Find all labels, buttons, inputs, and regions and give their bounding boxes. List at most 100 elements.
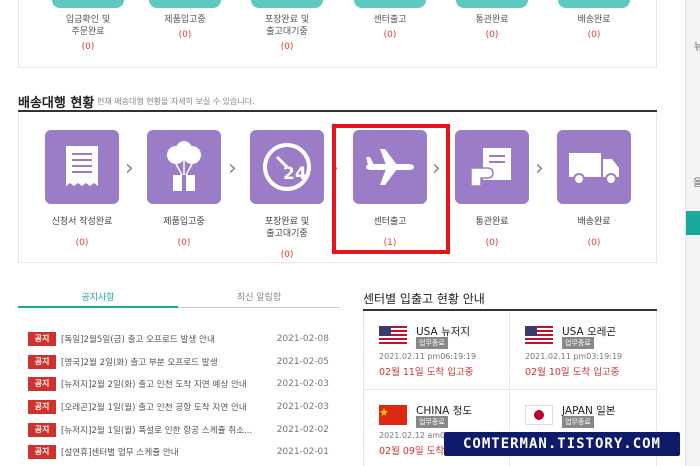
status-badge: 업무종료 [416,337,448,349]
japan-flag-icon [525,405,553,425]
flow-step[interactable]: 통관완료 (0) [454,130,530,248]
section-title: 배송대행 현황 [18,96,95,111]
top-status-item[interactable]: 통관완료 (0) [456,0,528,40]
status-badge: 업무종료 [416,416,448,428]
step-label: 배송완료 [577,217,611,227]
step-icon-box [557,130,631,204]
notice-date: 2021-02-03 [276,402,329,413]
list-item[interactable]: 공지 [뉴저지]2월 1일(월) 폭설로 인한 항공 스케쥴 취소... 202… [28,418,329,441]
tab-recent-alerts[interactable]: 최신 알림함 [178,288,340,308]
chevron-right-icon: › [125,156,134,181]
flow-step[interactable]: 신청서 작성완료 (0) [44,130,120,248]
center-card-usa-newjersey[interactable]: USA 뉴저지 업무종료 2021.02.11 pm06:19:19 02월 1… [364,311,509,389]
highlight-box [332,124,450,254]
status-label: 통관완료 [475,15,509,25]
top-status-item[interactable]: 입금확인 및 주문완료 (0) [52,0,124,52]
step-label: 통관완료 [475,217,509,227]
step-icon-box [45,130,119,204]
notice-badge: 공지 [28,332,56,347]
notice-title[interactable]: [영국]2월 2일(화) 출고 부분 오프로드 발생 [61,356,266,368]
step-label: 제품입고중 [163,217,205,227]
chevron-right-icon: › [535,156,544,181]
step-label: 포장완료 및 출고대기중 [264,217,310,239]
status-pill [251,0,323,8]
step-count: (0) [587,238,601,248]
notice-list: 공지 [독일]2월5일(금) 출고 오프로드 발생 안내 2021-02-08 … [28,328,329,464]
receipt-icon [66,146,98,186]
center-timestamp: 2021.02.12 am07 [379,431,451,440]
step-icon-box [147,130,221,204]
notice-date: 2021-02-05 [276,356,329,367]
status-pill [149,0,221,8]
notice-date: 2021-02-08 [276,334,329,345]
center-timestamp: 2021.02.11 pm06:19:19 [379,352,477,361]
top-status-item[interactable]: 센터출고 (0) [354,0,426,40]
status-count: (0) [81,42,95,52]
center-arrival: 02월 10일 도착 입고중 [525,367,620,378]
notice-date: 2021-02-03 [276,379,329,390]
notice-tabs: 공지사항 최신 알림함 [18,288,340,308]
list-item[interactable]: 공지 [오레곤]2월 1일(월) 출고 인천 공항 도착 지연 안내 2021-… [28,396,329,419]
notice-title[interactable]: [설연휴]센터별 업무 스케쥴 안내 [61,446,266,458]
status-count: (0) [587,30,601,40]
notice-badge: 공지 [28,354,56,369]
notice-title[interactable]: [독일]2월5일(금) 출고 오프로드 발생 안내 [61,333,266,345]
china-flag-icon [379,405,407,425]
flow-step[interactable]: 배송완료 (0) [556,130,632,248]
status-badge: 업무종료 [562,416,594,428]
step-count: (0) [280,250,294,260]
notice-date: 2021-02-02 [276,424,329,435]
top-status-item[interactable]: 포장완료 및 출고대기중 (0) [251,0,323,52]
status-label: 포장완료 및 출고대기중 [264,15,310,37]
list-item[interactable]: 공지 [뉴저지]2월 2일(화) 출고 인천 도착 지연 예상 안내 2021-… [28,373,329,396]
status-label: 센터출고 [373,15,407,25]
center-card-usa-oregon[interactable]: USA 오레곤 업무종료 2021.02.11 pm03:19:19 02월 1… [510,311,655,389]
center-timestamp: 2021.02.11 pm03:19:19 [525,352,623,361]
status-label: 배송완료 [577,15,611,25]
status-pill [52,0,124,8]
flow-step[interactable]: 제품입고중 (0) [146,130,222,248]
flow-step[interactable]: 24 포장완료 및 출고대기중 (0) [249,130,325,260]
delivery-truck-icon [569,153,619,185]
center-status-title: 센터별 입출고 현황 안내 [363,292,485,306]
document-hand-icon [470,148,511,187]
status-pill [558,0,630,8]
step-count: (0) [177,238,191,248]
list-item[interactable]: 공지 [독일]2월5일(금) 출고 오프로드 발생 안내 2021-02-08 [28,328,329,351]
chevron-right-icon: › [228,156,237,181]
clock-24-icon: 24 [263,143,311,191]
usa-flag-icon [379,326,407,346]
sidebar-text-fragment: 올 [693,178,700,189]
notice-badge: 공지 [28,445,56,460]
step-label: 신청서 작성완료 [51,217,113,227]
balloon-gift-icon [167,141,201,191]
notice-badge: 공지 [28,377,56,392]
step-count: (0) [485,238,499,248]
top-status-item[interactable]: 배송완료 (0) [558,0,630,40]
center-arrival: 02월 11일 도착 입고중 [379,367,474,378]
step-icon-box [455,130,529,204]
notice-title[interactable]: [뉴저지]2월 1일(월) 폭설로 인한 항공 스케쥴 취소... [61,424,266,436]
list-item[interactable]: 공지 [영국]2월 2일(화) 출고 부분 오프로드 발생 2021-02-05 [28,351,329,374]
sidebar-text-fragment: 뉴 [694,42,700,53]
notice-badge: 공지 [28,422,56,437]
notice-title[interactable]: [오레곤]2월 1일(월) 출고 인천 공항 도착 지연 안내 [61,401,266,413]
status-pill [354,0,426,8]
step-count: (0) [75,238,89,248]
step-icon-box: 24 [250,130,324,204]
status-pill [456,0,528,8]
section-divider [18,110,657,112]
list-item[interactable]: 공지 [설연휴]센터별 업무 스케쥴 안내 2021-02-01 [28,441,329,464]
top-status-item[interactable]: 제품입고중 (0) [149,0,221,40]
status-count: (0) [383,30,397,40]
status-count: (0) [178,30,192,40]
status-badge: 업무종료 [562,337,594,349]
notice-date: 2021-02-01 [276,447,329,458]
svg-text:24: 24 [283,164,307,184]
status-count: (0) [485,30,499,40]
notice-title[interactable]: [뉴저지]2월 2일(화) 출고 인천 도착 지연 예상 안내 [61,378,266,390]
usa-flag-icon [525,326,553,346]
tab-notice[interactable]: 공지사항 [18,288,178,308]
notice-badge: 공지 [28,400,56,415]
sidebar-teal-button[interactable] [686,211,700,235]
